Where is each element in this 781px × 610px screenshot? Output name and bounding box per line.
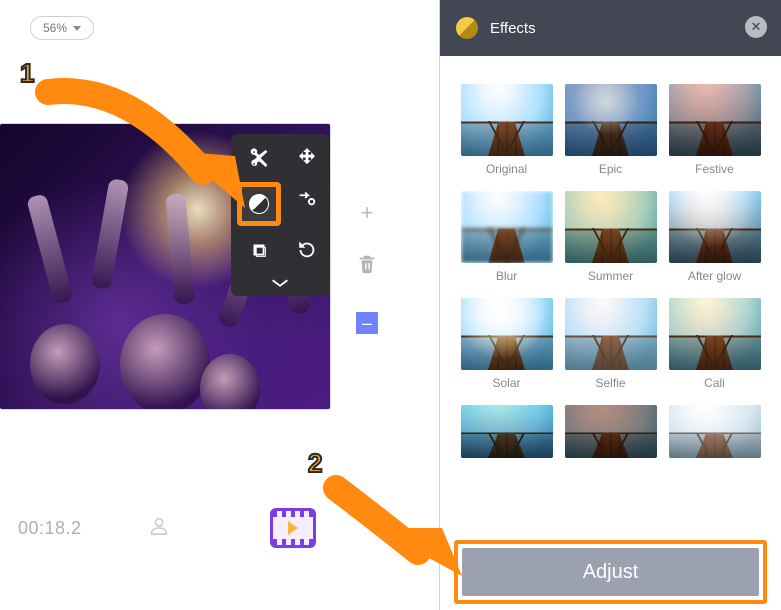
effect-thumbnail: [461, 191, 553, 263]
annotation-step-2: 2: [308, 448, 322, 479]
play-icon: [288, 521, 298, 535]
effect-item[interactable]: [461, 405, 553, 458]
effect-thumbnail: [565, 84, 657, 156]
effect-thumbnail: [669, 191, 761, 263]
delete-clip-button[interactable]: [352, 252, 382, 282]
zoom-dropdown[interactable]: 56%: [30, 16, 94, 40]
effect-item[interactable]: [669, 405, 761, 458]
effect-thumbnail: [565, 298, 657, 370]
caret-down-icon: [73, 26, 81, 31]
zoom-value: 56%: [43, 21, 67, 35]
effect-item[interactable]: Selfie: [565, 298, 657, 399]
timeline-clip-thumb[interactable]: [270, 508, 316, 548]
effects-icon: [456, 17, 478, 39]
effect-label: Summer: [565, 269, 657, 284]
effect-label: Blur: [461, 269, 553, 284]
timeline-timestamp: 00:18.2: [18, 518, 118, 539]
effect-item[interactable]: Original: [461, 84, 553, 185]
annotation-step-1: 1: [20, 58, 34, 89]
effect-thumbnail: [669, 84, 761, 156]
effect-item[interactable]: Cali: [669, 298, 761, 399]
effect-label: Solar: [461, 376, 553, 391]
adjust-button[interactable]: Adjust: [462, 548, 759, 596]
effect-thumbnail: [669, 405, 761, 458]
effect-item[interactable]: Blur: [461, 191, 553, 292]
annotation-arrow-1: [28, 62, 268, 222]
adjust-button-highlight: Adjust: [454, 540, 767, 604]
collapse-button[interactable]: –: [356, 312, 378, 334]
crop-icon[interactable]: [243, 234, 275, 266]
effects-panel-header: Effects ✕: [440, 0, 781, 56]
narrator-button[interactable]: [148, 514, 170, 543]
rotate-icon[interactable]: [291, 234, 323, 266]
effect-item[interactable]: Festive: [669, 84, 761, 185]
person-icon: [148, 514, 170, 538]
effect-thumbnail: [461, 405, 553, 458]
effect-item[interactable]: Epic: [565, 84, 657, 185]
annotation-arrow-2: [318, 460, 478, 600]
effect-label: After glow: [669, 269, 761, 284]
effect-item[interactable]: Summer: [565, 191, 657, 292]
effect-thumbnail: [461, 298, 553, 370]
effect-item[interactable]: Solar: [461, 298, 553, 399]
expand-tools-icon[interactable]: [264, 274, 296, 292]
effect-item[interactable]: [565, 405, 657, 458]
effects-list[interactable]: Original Epic Festive Blur Summer After glow S…: [440, 56, 781, 540]
add-clip-button[interactable]: +: [352, 200, 382, 226]
effect-label: Selfie: [565, 376, 657, 391]
effects-panel-title: Effects: [490, 20, 536, 37]
effect-label: Cali: [669, 376, 761, 391]
effect-thumbnail: [565, 405, 657, 458]
effect-label: Original: [461, 162, 553, 177]
transition-icon[interactable]: [291, 182, 323, 214]
close-panel-button[interactable]: ✕: [745, 16, 767, 38]
move-icon[interactable]: [291, 142, 323, 174]
effect-label: Epic: [565, 162, 657, 177]
effects-panel: Effects ✕ Original Epic Festive Blur Summer A…: [440, 0, 781, 610]
effect-thumbnail: [461, 84, 553, 156]
effect-thumbnail: [565, 191, 657, 263]
effect-label: Festive: [669, 162, 761, 177]
effect-item[interactable]: After glow: [669, 191, 761, 292]
effect-thumbnail: [669, 298, 761, 370]
close-icon: ✕: [751, 19, 762, 35]
trash-icon: [356, 252, 378, 276]
